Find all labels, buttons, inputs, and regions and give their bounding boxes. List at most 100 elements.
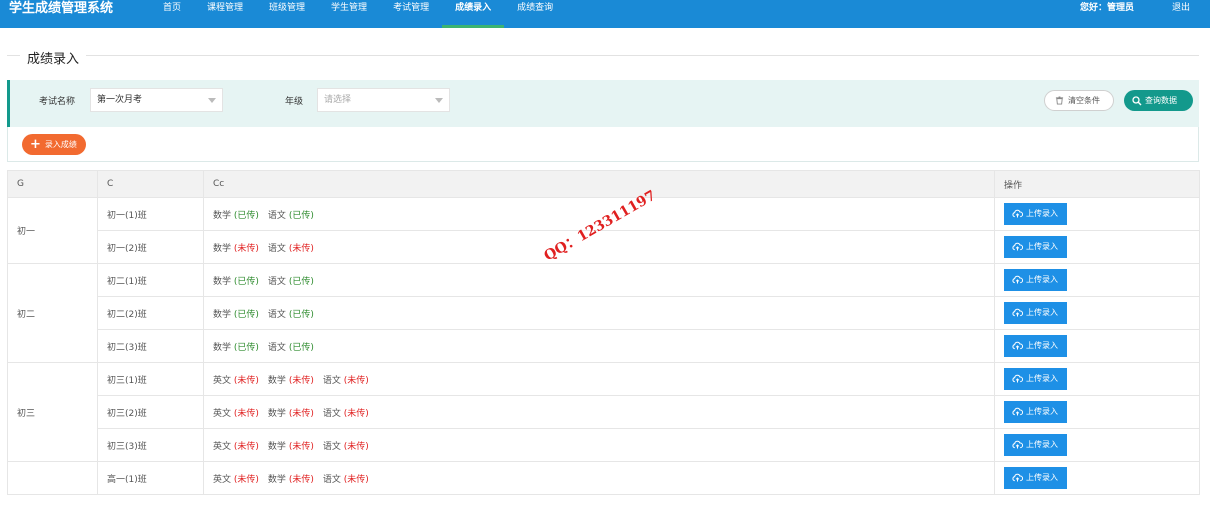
course-status: 语文 (未传): [323, 376, 369, 386]
upload-entry-button[interactable]: 上传录入: [1004, 236, 1067, 258]
course-status: 语文 (已传): [268, 343, 314, 353]
class-cell: 初二(3)班: [97, 329, 204, 363]
actions-cell: 上传录入: [994, 296, 1200, 330]
course-status: 英文 (未传): [213, 442, 259, 452]
query-button-label: 查询数据: [1145, 96, 1177, 105]
filter-panel: 考试名称 第一次月考 年级 请选择 清空条件 查询数据: [7, 80, 1199, 127]
nav-score-query[interactable]: 成绩查询: [504, 0, 566, 28]
table-row: 初三 初三(1)班 英文 (未传) 数学 (未传) 语文 (未传) 上传录入: [7, 362, 1200, 462]
nav-students[interactable]: 学生管理: [318, 0, 380, 28]
add-score-button[interactable]: + 录入成绩: [22, 134, 86, 155]
upload-entry-label: 上传录入: [1026, 374, 1058, 383]
course-status: 数学 (未传): [268, 409, 314, 419]
actions-cell: 上传录入: [994, 197, 1200, 231]
title-divider: [7, 55, 1199, 56]
cloud-upload-icon: [1012, 440, 1024, 449]
actions-cell: 上传录入: [994, 428, 1200, 462]
search-icon: [1132, 95, 1142, 105]
upload-entry-label: 上传录入: [1026, 407, 1058, 416]
courses-cell: 英文 (未传) 数学 (未传) 语文 (未传): [203, 362, 995, 396]
actions-cell: 上传录入: [994, 461, 1200, 495]
upload-entry-button[interactable]: 上传录入: [1004, 269, 1067, 291]
nav-exams[interactable]: 考试管理: [380, 0, 442, 28]
column-header-courses: Cc: [203, 170, 995, 198]
course-name: 数学: [267, 408, 286, 419]
upload-status: (未传): [233, 375, 259, 386]
top-navbar: 学生成绩管理系统 首页 课程管理 班级管理 学生管理 考试管理 成绩录入 成绩查…: [0, 0, 1210, 28]
course-name: 数学: [267, 375, 286, 386]
upload-entry-label: 上传录入: [1026, 242, 1058, 251]
column-header-actions: 操作: [994, 170, 1200, 198]
course-status: 英文 (未传): [213, 376, 259, 386]
upload-entry-label: 上传录入: [1026, 341, 1058, 350]
nav-courses[interactable]: 课程管理: [194, 0, 256, 28]
nav-classes[interactable]: 班级管理: [256, 0, 318, 28]
course-name: 语文: [322, 408, 341, 419]
cloud-upload-icon: [1012, 374, 1024, 383]
course-name: 数学: [213, 210, 232, 221]
exam-select[interactable]: 第一次月考: [90, 88, 223, 112]
course-name: 语文: [322, 375, 341, 386]
grade-cell: 初三: [7, 362, 98, 462]
upload-entry-button[interactable]: 上传录入: [1004, 467, 1067, 489]
course-status: 数学 (已传): [213, 211, 259, 221]
courses-cell: 数学 (已传) 语文 (已传): [203, 296, 995, 330]
upload-entry-button[interactable]: 上传录入: [1004, 335, 1067, 357]
cloud-upload-icon: [1012, 473, 1024, 482]
course-name: 数学: [213, 309, 232, 320]
grade-select[interactable]: 请选择: [317, 88, 450, 112]
plus-icon: +: [30, 137, 41, 152]
course-name: 英文: [213, 474, 232, 485]
upload-status: (未传): [233, 408, 259, 419]
upload-entry-button[interactable]: 上传录入: [1004, 434, 1067, 456]
class-cell: 初三(3)班: [97, 428, 204, 462]
chevron-down-icon: [208, 98, 216, 103]
table-row: 初二(2)班 数学 (已传) 语文 (已传) 上传录入: [8, 296, 1200, 330]
upload-status: (未传): [288, 243, 314, 254]
table-header-row: G C Cc 操作: [7, 170, 1200, 198]
add-score-label: 录入成绩: [44, 140, 77, 149]
course-name: 语文: [322, 441, 341, 452]
upload-entry-button[interactable]: 上传录入: [1004, 401, 1067, 423]
logout-link[interactable]: 退出: [1172, 0, 1190, 16]
upload-entry-label: 上传录入: [1026, 440, 1058, 449]
trash-icon: [1055, 96, 1064, 105]
upload-status: (已传): [233, 342, 259, 353]
app-title: 学生成绩管理系统: [9, 1, 114, 16]
actions-cell: 上传录入: [994, 362, 1200, 396]
upload-status: (已传): [288, 309, 314, 320]
upload-entry-button[interactable]: 上传录入: [1004, 203, 1067, 225]
grade-cell: 初二: [7, 263, 98, 363]
upload-entry-label: 上传录入: [1026, 275, 1058, 284]
cloud-upload-icon: [1012, 209, 1024, 218]
upload-status: (已传): [233, 210, 259, 221]
user-greeting: 您好：管理员: [1080, 3, 1135, 13]
upload-status: (未传): [288, 408, 314, 419]
column-header-grade: G: [7, 170, 98, 198]
table-row: 初三(2)班 英文 (未传) 数学 (未传) 语文 (未传) 上传录入: [8, 395, 1200, 429]
grade-select-placeholder: 请选择: [324, 95, 352, 105]
nav-score-entry[interactable]: 成绩录入: [442, 0, 505, 28]
course-name: 语文: [322, 474, 341, 485]
upload-status: (已传): [233, 276, 259, 287]
clear-filters-button[interactable]: 清空条件: [1044, 90, 1114, 111]
course-name: 英文: [213, 441, 232, 452]
upload-entry-button[interactable]: 上传录入: [1004, 302, 1067, 324]
upload-status: (未传): [233, 243, 259, 254]
upload-status: (未传): [233, 441, 259, 452]
course-status: 语文 (已传): [268, 310, 314, 320]
course-name: 数学: [213, 243, 232, 254]
clear-filters-label: 清空条件: [1068, 96, 1100, 105]
grade-label: 年级: [285, 97, 304, 107]
class-cell: 初一(2)班: [97, 230, 204, 264]
upload-status: (未传): [288, 474, 314, 485]
upload-status: (未传): [233, 474, 259, 485]
grade-cell: [7, 461, 98, 495]
query-button[interactable]: 查询数据: [1124, 90, 1193, 111]
nav-home[interactable]: 首页: [150, 0, 194, 28]
class-cell: 高一(1)班: [97, 461, 204, 495]
course-name: 英文: [213, 375, 232, 386]
cloud-upload-icon: [1012, 308, 1024, 317]
upload-entry-button[interactable]: 上传录入: [1004, 368, 1067, 390]
actions-cell: 上传录入: [994, 329, 1200, 363]
